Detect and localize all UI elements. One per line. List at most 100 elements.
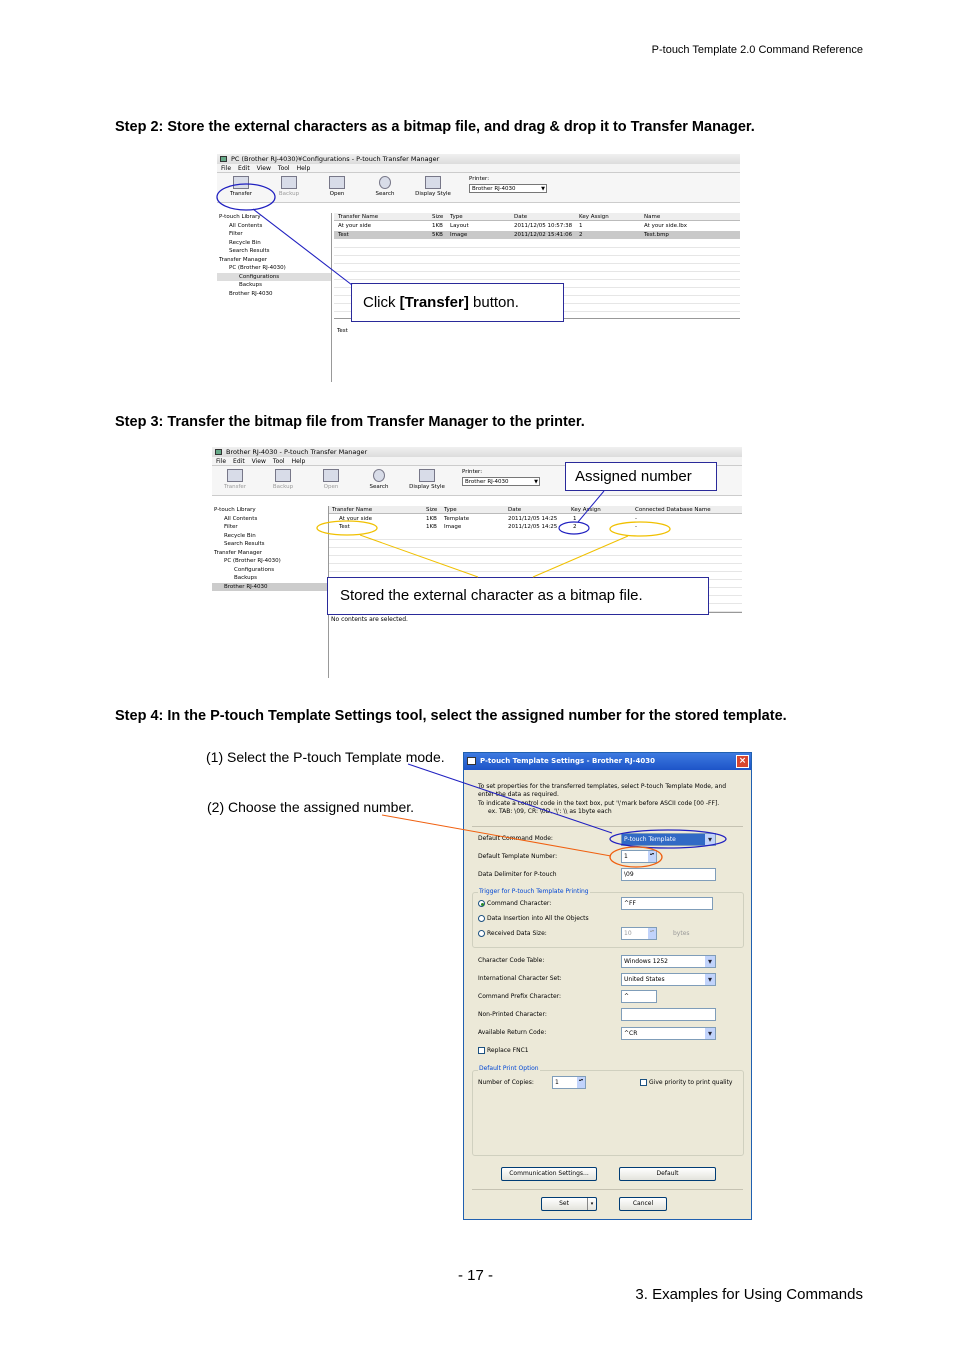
transfer-button[interactable]: Transfer [217, 466, 253, 490]
tree-item[interactable]: P-touch Library [212, 506, 328, 515]
open-label: Open [329, 191, 345, 197]
column-header[interactable]: Key Assign [579, 213, 609, 221]
trigger-data-radio[interactable]: Data Insertion into All the Objects [478, 915, 589, 922]
template-number-stepper[interactable]: 1 [621, 850, 657, 863]
backup-button[interactable]: Backup [265, 466, 301, 490]
tree-item[interactable]: Recycle Bin [217, 239, 331, 248]
menu-file[interactable]: File [216, 458, 226, 465]
window-title: PC (Brother RJ-4030)¥Configurations - P-… [231, 155, 440, 163]
column-header[interactable]: Transfer Name [332, 506, 372, 514]
column-header[interactable]: Date [514, 213, 527, 221]
menu-file[interactable]: File [221, 165, 231, 172]
search-button[interactable]: Search [367, 173, 403, 197]
return-code-select[interactable]: ^CR [621, 1027, 716, 1040]
column-header[interactable]: Type [450, 213, 463, 221]
folder-icon [323, 469, 339, 482]
table-row[interactable]: At your side 1KB Layout 2011/12/05 10:57:38… [334, 222, 740, 230]
trigger-size-radio[interactable]: Received Data Size: [478, 930, 547, 937]
table-row[interactable]: Test 5KB Image 2011/12/02 15:41:06 2 Test.bmp [334, 231, 740, 239]
open-button[interactable]: Open [313, 466, 349, 490]
data-size-stepper[interactable]: 10 [621, 927, 657, 940]
table-row[interactable]: At your side 1KB Template 2011/12/05 14:25 1… [329, 515, 742, 523]
printer-select[interactable]: Brother RJ-4030 [469, 184, 547, 193]
tree-item[interactable]: All Contents [217, 222, 331, 231]
command-character-field[interactable]: ^FF [621, 897, 713, 910]
charset-select[interactable]: Windows 1252 [621, 955, 716, 968]
prefix-field[interactable]: ^ [621, 990, 657, 1003]
column-header[interactable]: Connected Database Name [635, 506, 711, 514]
delimiter-label: Data Delimiter for P-touch [478, 871, 557, 878]
close-icon[interactable]: × [736, 755, 749, 768]
tree-item[interactable]: P-touch Library [217, 213, 331, 222]
command-mode-select[interactable]: P-touch Template [621, 833, 716, 846]
tree-item[interactable]: Backups [212, 574, 328, 583]
cell: Layout [450, 223, 469, 229]
column-header[interactable]: Date [508, 506, 521, 514]
set-button[interactable]: Set ▾ [541, 1197, 597, 1211]
open-button[interactable]: Open [319, 173, 355, 197]
tree-item[interactable]: Transfer Manager [217, 256, 331, 265]
tree-item[interactable]: All Contents [212, 515, 328, 524]
search-button[interactable]: Search [361, 466, 397, 490]
nonprinted-field[interactable] [621, 1008, 716, 1021]
column-header[interactable]: Name [644, 213, 660, 221]
search-label: Search [369, 484, 389, 490]
table-row[interactable]: Test 1KB Image 2011/12/05 14:25 2 - [329, 523, 742, 531]
backup-button[interactable]: Backup [271, 173, 307, 197]
display-style-button[interactable]: Display Style [409, 466, 445, 490]
step-3-heading: Step 3: Transfer the bitmap file from Tr… [115, 414, 585, 430]
printer-select[interactable]: Brother RJ-4030 [462, 477, 540, 486]
app-icon [215, 449, 222, 455]
cancel-button[interactable]: Cancel [619, 1197, 667, 1211]
copies-stepper[interactable]: 1 [552, 1076, 586, 1089]
menu-tool[interactable]: Tool [278, 165, 290, 172]
printer-label: Printer: [462, 469, 483, 475]
backup-label: Backup [272, 484, 294, 490]
delimiter-field[interactable]: \09 [621, 868, 716, 881]
cell: 1KB [426, 524, 437, 530]
tree-item[interactable]: Brother RJ-4030 [217, 290, 331, 299]
window-title-bar: PC (Brother RJ-4030)¥Configurations - P-… [217, 154, 740, 164]
tree-item[interactable]: Brother RJ-4030 [212, 582, 328, 591]
column-header[interactable]: Size [426, 506, 437, 514]
transfer-button[interactable]: Transfer [223, 173, 259, 197]
tree-item[interactable]: Backups [217, 281, 331, 290]
tree-item[interactable]: PC (Brother RJ-4030) [212, 557, 328, 566]
tree-item[interactable]: Recycle Bin [212, 532, 328, 541]
menu-edit[interactable]: Edit [238, 165, 250, 172]
tree-item[interactable]: Transfer Manager [212, 549, 328, 558]
tree-item[interactable]: Configurations [217, 272, 331, 281]
dropdown-arrow-icon[interactable]: ▾ [587, 1198, 596, 1210]
callout-text: Click [363, 294, 400, 311]
tree-item[interactable]: Search Results [212, 540, 328, 549]
display-style-icon [419, 469, 435, 482]
column-header[interactable]: Type [444, 506, 457, 514]
tree-item[interactable]: PC (Brother RJ-4030) [217, 264, 331, 273]
column-header[interactable]: Size [432, 213, 443, 221]
communication-settings-button[interactable]: Communication Settings... [501, 1167, 597, 1181]
tree-item[interactable]: Filter [217, 230, 331, 239]
intl-charset-select[interactable]: United States [621, 973, 716, 986]
print-quality-checkbox[interactable]: Give priority to print quality [640, 1079, 732, 1086]
tree-item[interactable]: Search Results [217, 247, 331, 256]
menu-view[interactable]: View [257, 165, 271, 172]
backup-icon [275, 469, 291, 482]
menu-help[interactable]: Help [292, 458, 306, 465]
tree-item[interactable]: Configurations [212, 566, 328, 575]
default-button[interactable]: Default [619, 1167, 716, 1181]
menu-help[interactable]: Help [297, 165, 311, 172]
page-header: P-touch Template 2.0 Command Reference [651, 44, 863, 56]
column-header[interactable]: Key Assign [571, 506, 601, 514]
menu-view[interactable]: View [252, 458, 266, 465]
menu-edit[interactable]: Edit [233, 458, 245, 465]
replace-fnc1-checkbox[interactable]: Replace FNC1 [478, 1047, 529, 1054]
trigger-command-radio[interactable]: Command Character: [478, 900, 551, 907]
return-code-label: Available Return Code: [478, 1029, 547, 1036]
set-label: Set [559, 1200, 569, 1207]
tree-item[interactable]: Filter [212, 523, 328, 532]
cell: 2011/12/05 14:25 [508, 516, 558, 522]
menu-tool[interactable]: Tool [273, 458, 285, 465]
column-header[interactable]: Transfer Name [338, 213, 378, 221]
display-style-button[interactable]: Display Style [415, 173, 451, 197]
backup-icon [281, 176, 297, 189]
